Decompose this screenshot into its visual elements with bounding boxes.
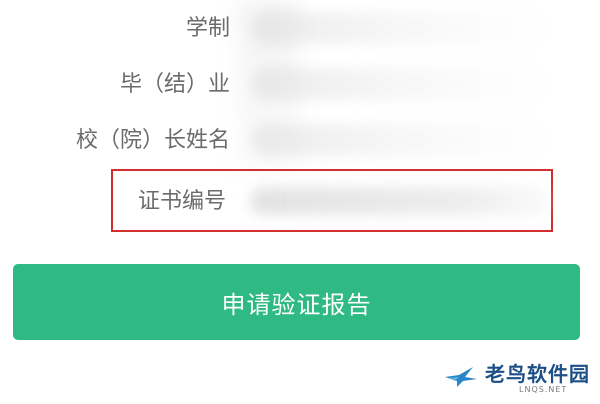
form-row-graduation: 毕（结）业	[0, 58, 600, 110]
field-label: 学制	[185, 16, 230, 41]
form-row-certificate-number[interactable]: 证书编号	[0, 169, 600, 221]
certificate-number-input[interactable]	[250, 187, 550, 215]
field-label: 校（院）长姓名	[75, 128, 230, 153]
form-row-principal-name: 校（院）长姓名	[0, 114, 600, 166]
field-value-redacted	[252, 12, 552, 44]
field-label: 证书编号	[138, 189, 227, 214]
form-row-duration: 学制	[0, 2, 600, 54]
brand-logo: 老鸟软件园 LNQS.NET	[443, 358, 590, 394]
brand-name: 老鸟软件园	[485, 362, 590, 386]
field-value-redacted	[252, 68, 552, 100]
field-value-redacted	[252, 124, 552, 156]
field-label: 毕（结）业	[119, 72, 230, 97]
brand-domain: LNQS.NET	[519, 385, 568, 394]
bird-icon	[445, 367, 477, 387]
apply-verification-report-button[interactable]: 申请验证报告	[13, 264, 580, 340]
